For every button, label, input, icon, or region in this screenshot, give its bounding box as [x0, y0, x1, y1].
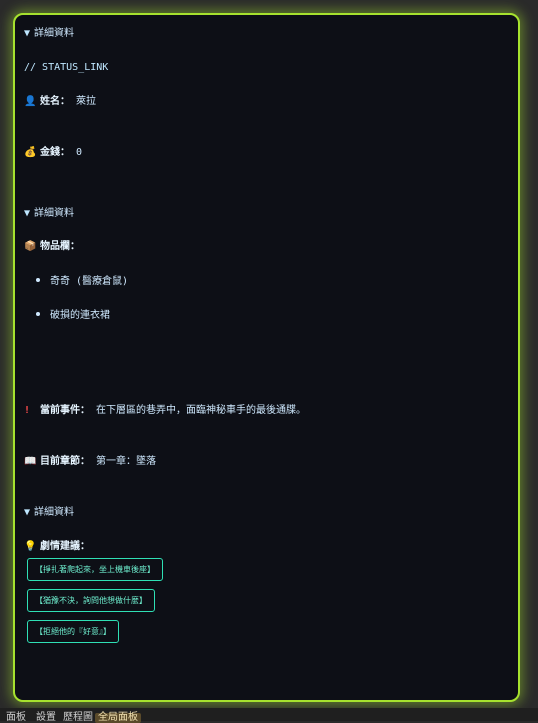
tab-panel[interactable]: 面板	[6, 713, 26, 723]
chapter-value: 第一章：墜落	[96, 456, 156, 467]
chapter-label: 目前章節：	[40, 456, 90, 467]
chapter-row: 📖 目前章節： 第一章：墜落	[24, 455, 156, 469]
choice-button-2[interactable]: 【猶豫不決，詢問他想做什麼】	[27, 589, 155, 612]
list-item: 破損的連衣裙	[36, 309, 110, 323]
inventory-row: 📦 物品欄：	[24, 240, 80, 254]
book-icon: 📖	[24, 456, 37, 467]
triangle-down-icon: ▼	[24, 28, 31, 39]
event-row: ! 當前事件： 在下層區的巷弄中，面臨神秘車手的最後通牒。	[24, 404, 306, 418]
name-row: 👤 姓名： 萊拉	[24, 95, 96, 109]
details-toggle-1[interactable]: ▼ 詳細資料	[24, 27, 74, 41]
tab-global-panel[interactable]: 全局面板	[95, 713, 141, 723]
bullet-icon	[36, 312, 40, 316]
status-panel: ▼ 詳細資料 // STATUS_LINK 👤 姓名： 萊拉 💰 金錢： 0 ▼ 詳細資料 …	[13, 13, 520, 702]
tab-settings[interactable]: 設置	[36, 713, 56, 723]
event-value: 在下層區的巷弄中，面臨神秘車手的最後通牒。	[96, 405, 306, 416]
lightbulb-icon: 💡	[24, 541, 37, 552]
money-value: 0	[76, 147, 83, 158]
money-row: 💰 金錢： 0	[24, 146, 82, 160]
inventory-label: 物品欄：	[40, 241, 80, 252]
choice-button-3[interactable]: 【拒絕他的『好意』】	[27, 620, 119, 643]
money-label: 金錢：	[40, 147, 70, 158]
package-icon: 📦	[24, 241, 37, 252]
details-toggle-3[interactable]: ▼ 詳細資料	[24, 506, 74, 520]
details-toggle-2[interactable]: ▼ 詳細資料	[24, 207, 74, 221]
exclamation-icon: !	[24, 405, 31, 416]
suggest-label: 劇情建議：	[40, 541, 90, 552]
name-label: 姓名：	[40, 96, 70, 107]
money-bag-icon: 💰	[24, 147, 37, 158]
person-icon: 👤	[24, 96, 37, 107]
triangle-down-icon: ▼	[24, 507, 31, 518]
triangle-down-icon: ▼	[24, 208, 31, 219]
event-label: 當前事件：	[40, 405, 90, 416]
status-link-heading: // STATUS_LINK	[24, 62, 109, 73]
choice-button-1[interactable]: 【掙扎著爬起來，坐上機車後座】	[27, 558, 163, 581]
suggest-row: 💡 劇情建議：	[24, 540, 90, 554]
list-item: 奇奇 (醫療倉鼠)	[36, 275, 128, 289]
tab-history[interactable]: 歷程圖	[63, 713, 93, 723]
name-value: 萊拉	[76, 96, 96, 107]
bullet-icon	[36, 278, 40, 282]
